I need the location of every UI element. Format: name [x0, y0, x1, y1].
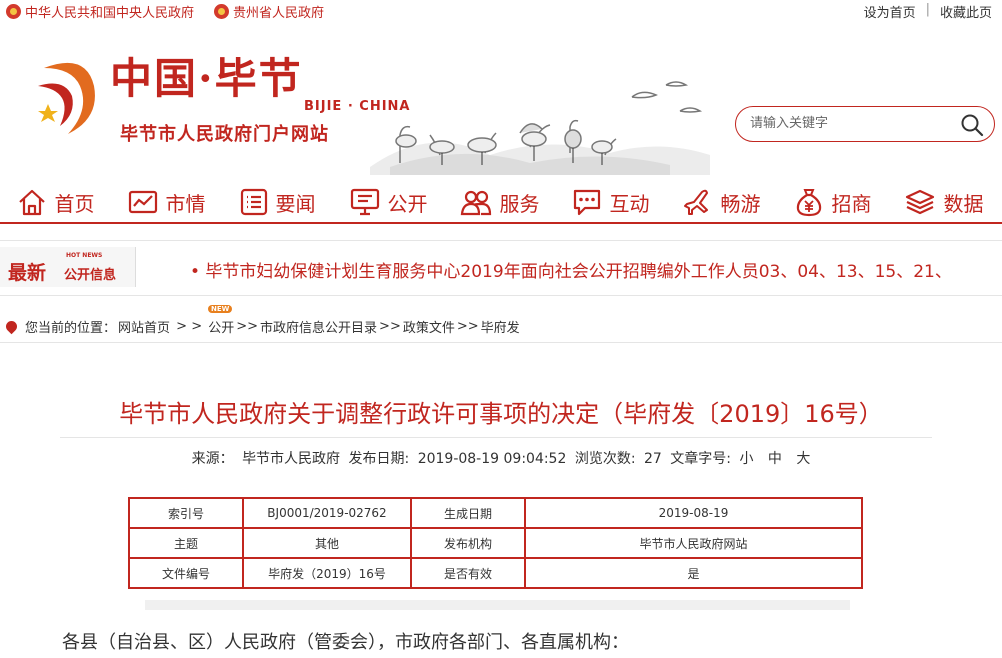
nav-item-home-label: 首页: [54, 191, 95, 216]
views-value: 27: [644, 451, 662, 467]
font-size-label: 文章字号:: [670, 451, 732, 467]
nav-item-interaction-label: 互动: [609, 191, 650, 216]
hot-news-badge: 最新 HOT NEWS 公开信息: [0, 247, 136, 287]
new-badge: NEW: [208, 305, 233, 313]
central-government-link[interactable]: 中华人民共和国中央人民政府: [6, 2, 194, 21]
national-emblem-icon: [6, 4, 21, 19]
table-cell: 其他: [242, 527, 412, 559]
chat-icon: [573, 189, 600, 216]
breadcrumb-sep: > >: [172, 319, 207, 334]
table-shadow: [145, 600, 850, 610]
breadcrumb-open[interactable]: 公开: [208, 317, 234, 336]
money-bag-icon: [796, 189, 821, 217]
utility-separator: |: [925, 2, 930, 17]
ticker-headline-link[interactable]: • 毕节市妇幼保健计划生育服务中心2019年面向社会公开招聘编外工作人员03、0…: [190, 257, 952, 282]
table-cell: 主题: [128, 527, 244, 559]
table-cell: 2019-08-19: [524, 497, 863, 529]
badge-hot-text: HOT NEWS: [66, 252, 103, 259]
utility-links: 设为首页 | 收藏此页: [864, 2, 992, 21]
nav-underline: [0, 222, 1002, 224]
table-row: 主题 其他 发布机构 毕节市人民政府网站: [128, 527, 863, 559]
table-cell: 是否有效: [410, 557, 526, 589]
article-first-paragraph: 各县（自治县、区）人民政府（管委会），市政府各部门、各直属机构：: [62, 632, 629, 653]
font-size-large[interactable]: 大: [796, 451, 810, 467]
document-info-table: 索引号 BJ0001/2019-02762 生成日期 2019-08-19 主题…: [128, 497, 863, 589]
plane-icon: [683, 189, 708, 215]
nav-item-data[interactable]: 数据: [888, 180, 999, 224]
layers-icon: [905, 189, 934, 215]
central-government-link-label: 中华人民共和国中央人民政府: [25, 6, 195, 21]
source-label: 来源：: [191, 451, 234, 467]
nav-item-city-info[interactable]: 市情: [111, 180, 222, 224]
main-nav: 首页 市情 要闻 公开 服务 互动 畅游 招商 数据: [0, 180, 1002, 224]
chart-icon: [128, 190, 157, 214]
breadcrumb-home[interactable]: 网站首页: [118, 317, 170, 336]
breadcrumb-divider: [0, 342, 1002, 343]
favorite-link[interactable]: 收藏此页: [940, 2, 992, 21]
table-cell: 毕节市人民政府网站: [524, 527, 863, 559]
nav-item-open-info-label: 公开: [387, 191, 428, 216]
people-icon: [460, 190, 491, 216]
nav-item-data-label: 数据: [943, 191, 984, 216]
monitor-icon: [350, 188, 379, 216]
nav-item-home[interactable]: 首页: [0, 180, 111, 224]
breadcrumb-bifufa[interactable]: 毕府发: [481, 317, 520, 336]
article-title: 毕节市人民政府关于调整行政许可事项的决定（毕府发〔2019〕16号）: [119, 400, 883, 428]
news-ticker: 最新 HOT NEWS 公开信息 • 毕节市妇幼保健计划生育服务中心2019年面…: [0, 240, 1002, 296]
cranes-illustration: [370, 81, 710, 175]
date-value: 2019-08-19 09:04:52: [417, 451, 567, 467]
table-row: 索引号 BJ0001/2019-02762 生成日期 2019-08-19: [128, 497, 863, 529]
breadcrumb-prefix: 您当前的位置：: [25, 321, 117, 336]
table-cell: 是: [524, 557, 863, 589]
table-cell: 毕府发（2019）16号: [242, 557, 412, 589]
views-label: 浏览次数:: [574, 451, 636, 467]
set-home-link[interactable]: 设为首页: [864, 2, 916, 21]
province-emblem-icon: [214, 4, 229, 19]
breadcrumb-sep: >>: [236, 319, 259, 334]
nav-item-travel-label: 畅游: [720, 191, 761, 216]
province-government-link-label: 贵州省人民政府: [233, 6, 325, 21]
table-cell: 发布机构: [410, 527, 526, 559]
badge-main-text: 最新: [8, 262, 47, 284]
breadcrumb-sep: >>: [379, 319, 401, 334]
nav-item-services-label: 服务: [499, 191, 540, 216]
top-bar: 中华人民共和国中央人民政府 贵州省人民政府 设为首页 | 收藏此页: [0, 0, 1002, 22]
province-government-link[interactable]: 贵州省人民政府: [214, 2, 324, 21]
table-cell: BJ0001/2019-02762: [242, 497, 412, 529]
nav-item-interaction[interactable]: 互动: [555, 180, 666, 224]
article-meta: 来源： 毕节市人民政府 发布日期: 2019-08-19 09:04:52 浏览…: [0, 448, 1002, 468]
title-divider: [60, 437, 932, 438]
nav-item-investment[interactable]: 招商: [777, 180, 888, 224]
search-input[interactable]: [748, 115, 952, 132]
breadcrumb-sep: >>: [456, 319, 479, 334]
nav-item-city-info-label: 市情: [165, 191, 206, 216]
source-value: 毕节市人民政府: [242, 451, 341, 467]
logo-title: 中国·毕节: [110, 54, 303, 103]
nav-item-investment-label: 招商: [831, 191, 872, 216]
font-size-medium[interactable]: 中: [768, 451, 782, 467]
badge-sub-text: 公开信息: [64, 268, 117, 283]
table-cell: 索引号: [128, 497, 244, 529]
table-row: 文件编号 毕府发（2019）16号 是否有效 是: [128, 557, 863, 589]
location-pin-icon: [3, 318, 20, 335]
font-size-small[interactable]: 小: [739, 451, 753, 467]
table-cell: 生成日期: [410, 497, 526, 529]
table-cell: 文件编号: [128, 557, 244, 589]
site-name: 毕节市人民政府门户网站: [120, 124, 329, 145]
nav-item-travel[interactable]: 畅游: [666, 180, 777, 224]
city-logo-icon: [38, 62, 95, 134]
search-box[interactable]: [735, 106, 995, 142]
breadcrumb: 您当前的位置： 网站首页 > > 公开 >> 市政府信息公开目录 >> 政策文件…: [3, 317, 520, 336]
nav-item-services[interactable]: 服务: [444, 180, 555, 224]
nav-item-news[interactable]: 要闻: [222, 180, 333, 224]
list-icon: [240, 188, 267, 216]
search-icon[interactable]: [960, 113, 984, 137]
breadcrumb-catalog[interactable]: 市政府信息公开目录: [260, 317, 377, 336]
date-label: 发布日期:: [348, 451, 410, 467]
nav-item-open-info[interactable]: 公开: [333, 180, 444, 224]
home-icon: [18, 189, 45, 216]
breadcrumb-policy[interactable]: 政策文件: [403, 317, 455, 336]
nav-item-news-label: 要闻: [275, 191, 316, 216]
